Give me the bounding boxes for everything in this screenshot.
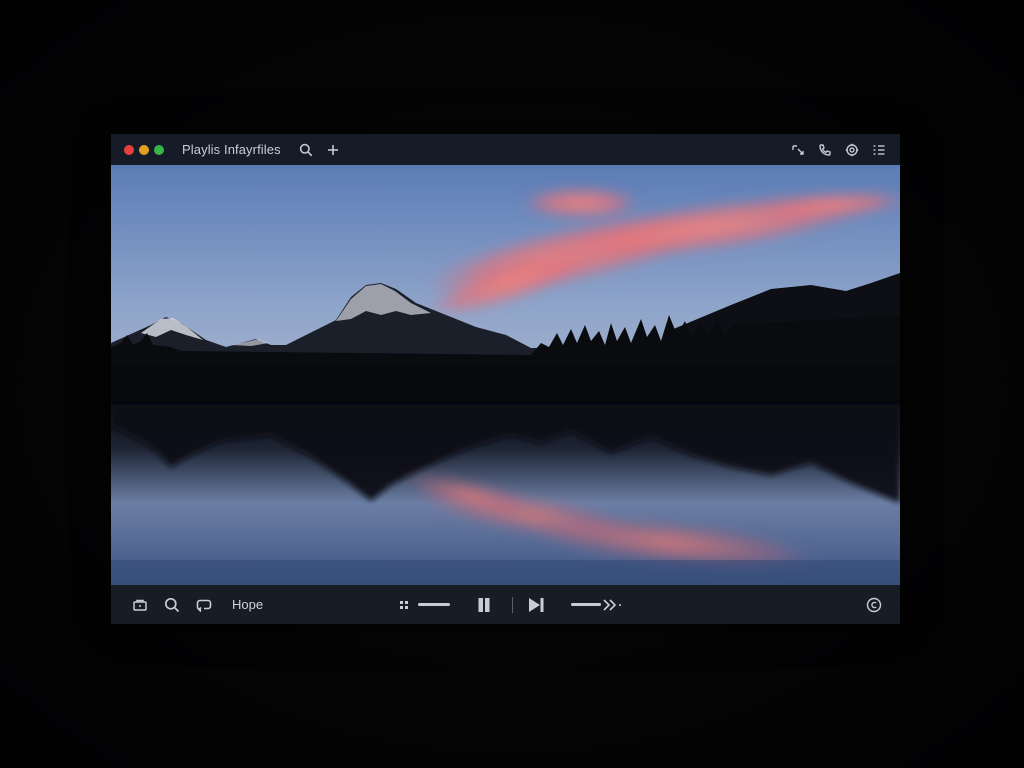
loop-icon[interactable] — [194, 595, 214, 615]
title-bar: Playlis Infayrfiles — [111, 134, 900, 165]
plus-icon[interactable] — [324, 141, 342, 159]
phone-icon[interactable] — [816, 141, 834, 159]
cast-icon[interactable] — [789, 141, 807, 159]
maximize-window-button[interactable] — [154, 144, 164, 155]
camera-icon[interactable] — [130, 595, 150, 615]
copyright-icon[interactable] — [864, 595, 884, 615]
fast-forward-icon[interactable] — [601, 595, 625, 615]
transport-controls — [398, 585, 625, 624]
list-icon[interactable] — [870, 141, 888, 159]
minimize-window-button[interactable] — [139, 144, 149, 155]
playlist-icon[interactable] — [398, 595, 412, 615]
search-icon[interactable] — [162, 595, 182, 615]
window-controls — [124, 144, 164, 155]
settings-icon[interactable] — [843, 141, 861, 159]
volume-slider[interactable] — [418, 603, 450, 606]
control-divider — [512, 596, 513, 613]
play-next-icon[interactable] — [527, 595, 547, 615]
screen-background: Playlis Infayrfiles Hope — [0, 0, 1024, 768]
pause-icon[interactable] — [474, 595, 494, 615]
media-player-window: Playlis Infayrfiles Hope — [111, 134, 900, 624]
track-label: Hope — [232, 597, 264, 612]
playback-controls-bar: Hope — [111, 585, 900, 624]
search-icon[interactable] — [297, 141, 315, 159]
video-frame[interactable] — [111, 165, 900, 585]
close-window-button[interactable] — [124, 144, 134, 155]
seek-slider[interactable] — [571, 603, 601, 606]
window-title: Playlis Infayrfiles — [182, 142, 281, 157]
mountain-lake-scene — [111, 165, 900, 585]
